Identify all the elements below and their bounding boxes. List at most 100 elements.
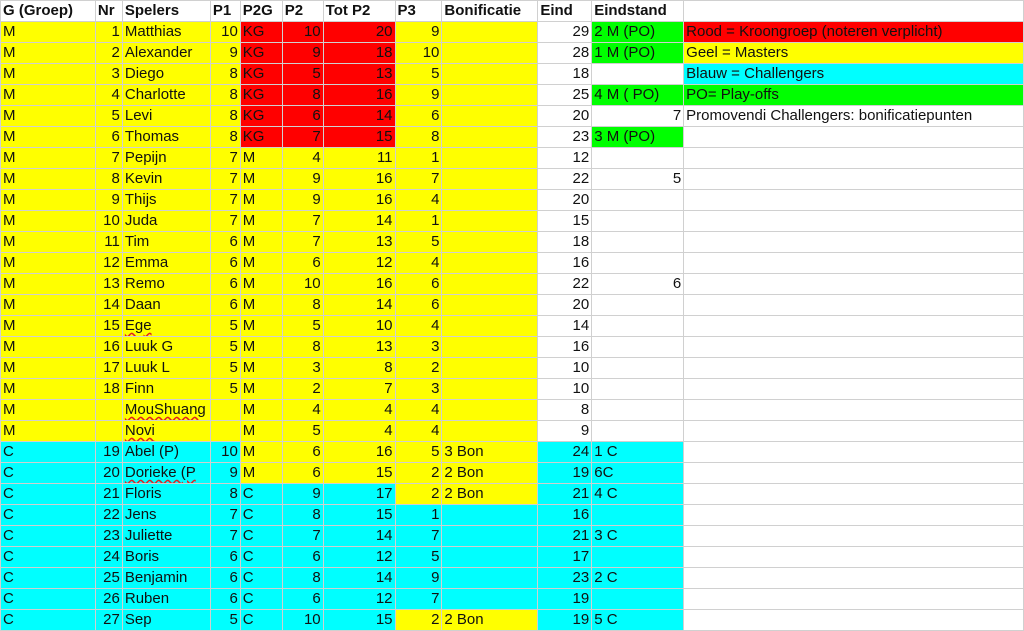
tot-p2-cell[interactable]: 16 (322, 441, 396, 463)
bonificatie-cell[interactable] (441, 21, 539, 43)
eindstand-cell[interactable] (591, 252, 685, 274)
eind-cell[interactable]: 12 (537, 147, 593, 169)
nr-cell[interactable]: 25 (94, 567, 123, 589)
p3-cell[interactable]: 1 (394, 210, 443, 232)
p2-cell[interactable]: 10 (281, 21, 324, 43)
p3-cell[interactable]: 2 (394, 462, 443, 484)
p1-cell[interactable]: 6 (209, 231, 241, 253)
p2-cell[interactable]: 7 (281, 231, 324, 253)
bonificatie-cell[interactable] (441, 525, 539, 547)
legend-cell[interactable]: Rood = Kroongroep (noteren verplicht) (683, 21, 1024, 43)
p3-cell[interactable]: 2 (394, 357, 443, 379)
eindstand-cell[interactable] (591, 504, 685, 526)
tot-p2-cell[interactable]: 20 (322, 21, 396, 43)
eindstand-cell[interactable] (591, 210, 685, 232)
nr-cell[interactable]: 21 (94, 483, 123, 505)
legend-cell[interactable] (683, 588, 1024, 610)
header-cell-p3[interactable]: P3 (394, 0, 443, 22)
legend-cell[interactable] (683, 546, 1024, 568)
bonificatie-cell[interactable] (441, 231, 539, 253)
p2-cell[interactable]: 6 (281, 105, 324, 127)
p3-cell[interactable]: 9 (394, 21, 443, 43)
tot-p2-cell[interactable]: 12 (322, 546, 396, 568)
p3-cell[interactable]: 5 (394, 63, 443, 85)
eind-cell[interactable]: 29 (537, 21, 593, 43)
p1-cell[interactable]: 9 (209, 462, 241, 484)
p3-cell[interactable]: 2 (394, 483, 443, 505)
nr-cell[interactable]: 2 (94, 42, 123, 64)
p2g-cell[interactable]: M (239, 147, 283, 169)
eind-cell[interactable]: 8 (537, 399, 593, 421)
eind-cell[interactable]: 10 (537, 378, 593, 400)
p3-cell[interactable]: 7 (394, 168, 443, 190)
group-cell[interactable]: M (0, 147, 96, 169)
p3-cell[interactable]: 10 (394, 42, 443, 64)
p3-cell[interactable]: 1 (394, 147, 443, 169)
eind-cell[interactable]: 22 (537, 168, 593, 190)
eind-cell[interactable]: 23 (537, 126, 593, 148)
group-cell[interactable]: M (0, 105, 96, 127)
bonificatie-cell[interactable] (441, 210, 539, 232)
p3-cell[interactable]: 7 (394, 588, 443, 610)
group-cell[interactable]: C (0, 609, 96, 631)
p2-cell[interactable]: 8 (281, 567, 324, 589)
eindstand-cell[interactable] (591, 357, 685, 379)
nr-cell[interactable]: 6 (94, 126, 123, 148)
legend-cell[interactable] (683, 252, 1024, 274)
header-cell-empty[interactable] (683, 0, 1024, 22)
p3-cell[interactable]: 2 (394, 609, 443, 631)
tot-p2-cell[interactable]: 4 (322, 399, 396, 421)
eindstand-cell[interactable] (591, 231, 685, 253)
nr-cell[interactable]: 26 (94, 588, 123, 610)
player-name-cell[interactable]: Remo (121, 273, 211, 295)
eind-cell[interactable]: 9 (537, 420, 593, 442)
group-cell[interactable]: C (0, 546, 96, 568)
eind-cell[interactable]: 16 (537, 504, 593, 526)
p1-cell[interactable]: 8 (209, 105, 241, 127)
legend-cell[interactable] (683, 336, 1024, 358)
p2g-cell[interactable]: M (239, 441, 283, 463)
legend-cell[interactable] (683, 462, 1024, 484)
tot-p2-cell[interactable]: 13 (322, 231, 396, 253)
player-name-cell[interactable]: Dorieke (P (121, 462, 211, 484)
eindstand-cell[interactable] (591, 588, 685, 610)
legend-cell[interactable] (683, 210, 1024, 232)
p2-cell[interactable]: 2 (281, 378, 324, 400)
legend-cell[interactable]: Promovendi Challengers: bonificatiepunte… (683, 105, 1024, 127)
eind-cell[interactable]: 18 (537, 63, 593, 85)
legend-cell[interactable] (683, 231, 1024, 253)
p2-cell[interactable]: 6 (281, 546, 324, 568)
group-cell[interactable]: M (0, 42, 96, 64)
p3-cell[interactable]: 8 (394, 126, 443, 148)
nr-cell[interactable]: 8 (94, 168, 123, 190)
group-cell[interactable]: M (0, 273, 96, 295)
bonificatie-cell[interactable] (441, 546, 539, 568)
p1-cell[interactable]: 7 (209, 504, 241, 526)
eindstand-cell[interactable]: 5 C (591, 609, 685, 631)
header-cell-nr[interactable]: Nr (94, 0, 123, 22)
tot-p2-cell[interactable]: 7 (322, 378, 396, 400)
bonificatie-cell[interactable] (441, 105, 539, 127)
nr-cell[interactable]: 22 (94, 504, 123, 526)
tot-p2-cell[interactable]: 10 (322, 315, 396, 337)
p2g-cell[interactable]: M (239, 462, 283, 484)
bonificatie-cell[interactable] (441, 315, 539, 337)
p1-cell[interactable]: 9 (209, 42, 241, 64)
eind-cell[interactable]: 28 (537, 42, 593, 64)
bonificatie-cell[interactable] (441, 168, 539, 190)
p2-cell[interactable]: 10 (281, 273, 324, 295)
eind-cell[interactable]: 17 (537, 546, 593, 568)
eindstand-cell[interactable] (591, 189, 685, 211)
eindstand-cell[interactable] (591, 315, 685, 337)
p2-cell[interactable]: 8 (281, 336, 324, 358)
p2-cell[interactable]: 4 (281, 399, 324, 421)
tot-p2-cell[interactable]: 16 (322, 189, 396, 211)
legend-cell[interactable] (683, 147, 1024, 169)
group-cell[interactable]: C (0, 462, 96, 484)
eindstand-cell[interactable]: 5 (591, 168, 685, 190)
player-name-cell[interactable]: Sep (121, 609, 211, 631)
tot-p2-cell[interactable]: 14 (322, 525, 396, 547)
legend-cell[interactable]: PO= Play-offs (683, 84, 1024, 106)
eind-cell[interactable]: 14 (537, 315, 593, 337)
group-cell[interactable]: M (0, 189, 96, 211)
